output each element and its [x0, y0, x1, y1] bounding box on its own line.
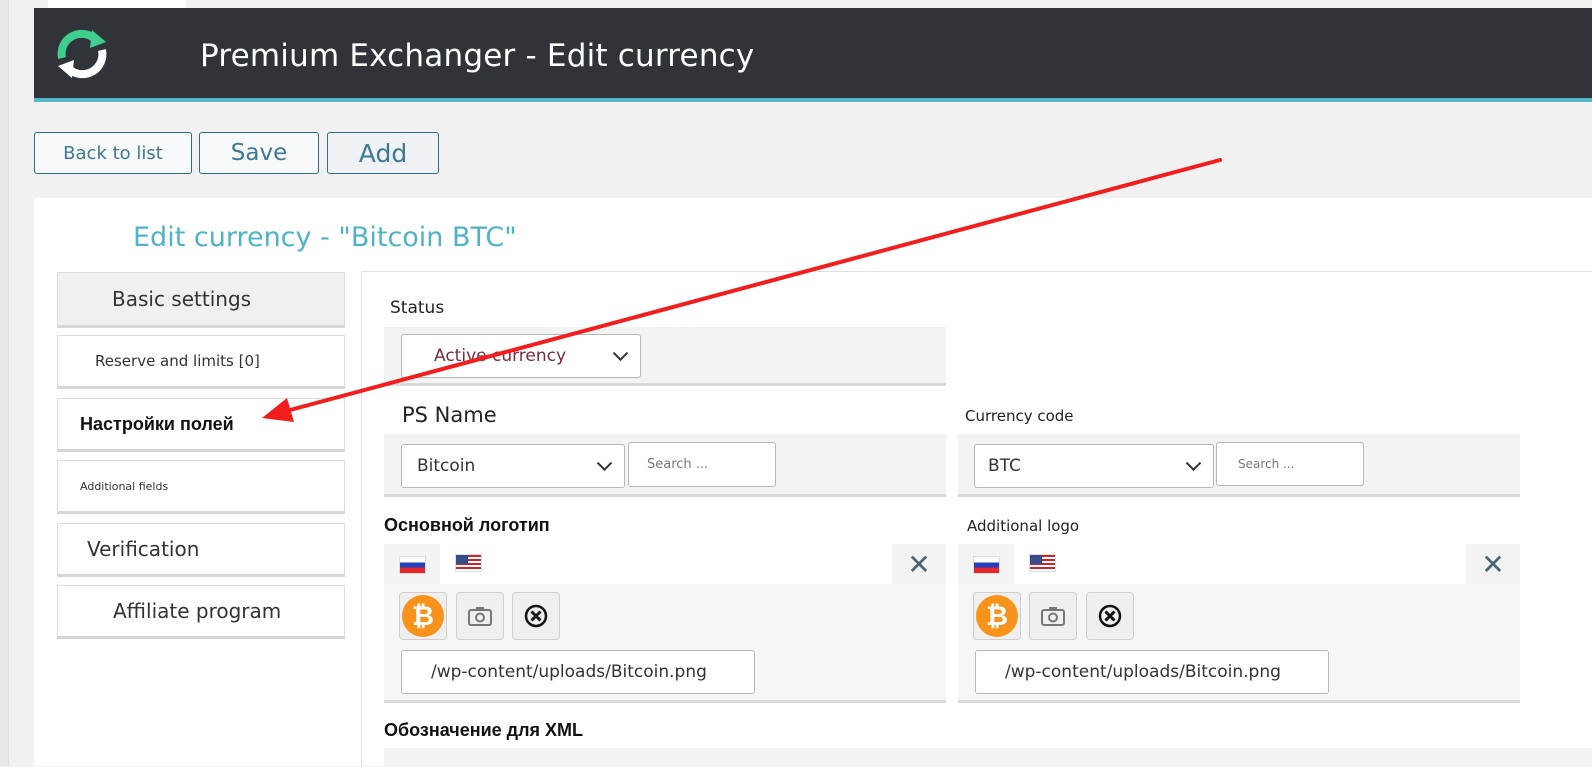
status-label: Status: [390, 298, 445, 318]
add-button[interactable]: Add: [327, 132, 439, 174]
ps-name-select[interactable]: Bitcoin: [401, 444, 625, 488]
app-header: Premium Exchanger - Edit currency: [34, 8, 1592, 102]
save-button[interactable]: Save: [199, 132, 319, 174]
sidebar-item-basic-settings[interactable]: Basic settings: [57, 272, 345, 328]
us-flag-icon[interactable]: [455, 554, 482, 572]
chevron-down-icon: [612, 345, 629, 362]
additional-logo-upload-button[interactable]: [1029, 592, 1077, 640]
header-title: Premium Exchanger - Edit currency: [200, 38, 755, 74]
main-logo-close-button[interactable]: ✕: [892, 544, 946, 584]
back-to-list-button[interactable]: Back to list: [34, 132, 192, 174]
sidebar-item-reserve-limits[interactable]: Reserve and limits [0]: [57, 335, 345, 389]
additional-logo-preview: ₿: [973, 592, 1021, 640]
sidebar-item-label: Reserve and limits [0]: [95, 352, 260, 370]
top-tab: [48, 0, 186, 8]
page-title: Edit currency - "Bitcoin BTC": [133, 222, 517, 253]
us-flag-icon[interactable]: [1029, 554, 1056, 572]
additional-logo-path-input[interactable]: /wp-content/uploads/Bitcoin.png: [975, 650, 1329, 694]
main-logo-label: Основной логотип: [384, 515, 550, 535]
sidebar-item-label: Basic settings: [112, 287, 252, 311]
close-icon: ✕: [907, 547, 931, 581]
ps-name-search-input[interactable]: Search ...: [628, 442, 776, 487]
sidebar-item-label: Verification: [87, 537, 200, 561]
chevron-down-icon: [1185, 455, 1202, 472]
close-icon: ✕: [1481, 547, 1505, 581]
refresh-arrows-logo-icon: [57, 29, 107, 79]
xml-designation-label: Обозначение для XML: [384, 720, 584, 740]
main-logo-preview: ₿: [399, 592, 447, 640]
russian-flag-icon: [973, 556, 1000, 574]
sidebar-item-additional-fields[interactable]: Additional fields: [57, 460, 345, 514]
camera-icon: [1041, 607, 1065, 626]
additional-logo-close-button[interactable]: ✕: [1466, 544, 1520, 584]
currency-code-label: Currency code: [965, 407, 1074, 425]
camera-icon: [468, 607, 492, 626]
status-select-value: Active currency: [434, 346, 567, 366]
edit-panel: Edit currency - "Bitcoin BTC" Basic sett…: [34, 198, 1592, 767]
sidebar-item-field-settings[interactable]: Настройки полей: [57, 398, 345, 452]
bitcoin-icon: ₿: [402, 595, 444, 637]
sidebar-item-label: Настройки полей: [80, 413, 234, 434]
additional-logo-clear-button[interactable]: [1086, 592, 1134, 640]
clear-circle-icon: [524, 604, 548, 628]
chevron-down-icon: [596, 455, 613, 472]
main-logo-clear-button[interactable]: [512, 592, 560, 640]
russian-flag-icon: [399, 556, 426, 574]
status-select[interactable]: Active currency: [401, 334, 641, 378]
left-scroll-rail: [0, 0, 9, 766]
sidebar-item-label: Additional fields: [80, 479, 169, 493]
sidebar-item-affiliate-program[interactable]: Affiliate program: [57, 585, 345, 639]
currency-code-select[interactable]: BTC: [974, 444, 1214, 488]
main-logo-path-input[interactable]: /wp-content/uploads/Bitcoin.png: [401, 650, 755, 694]
sidebar-item-verification[interactable]: Verification: [57, 523, 345, 577]
ps-name-label: PS Name: [402, 403, 497, 427]
ps-name-select-value: Bitcoin: [417, 456, 476, 476]
xml-designation-strip: [384, 748, 1592, 766]
currency-code-search-input[interactable]: Search ...: [1216, 442, 1364, 486]
clear-circle-icon: [1098, 604, 1122, 628]
currency-code-select-value: BTC: [988, 456, 1021, 476]
bitcoin-icon: ₿: [976, 595, 1018, 637]
main-logo-upload-button[interactable]: [456, 592, 504, 640]
additional-logo-label: Additional logo: [967, 517, 1080, 535]
sidebar-item-label: Affiliate program: [113, 599, 282, 623]
